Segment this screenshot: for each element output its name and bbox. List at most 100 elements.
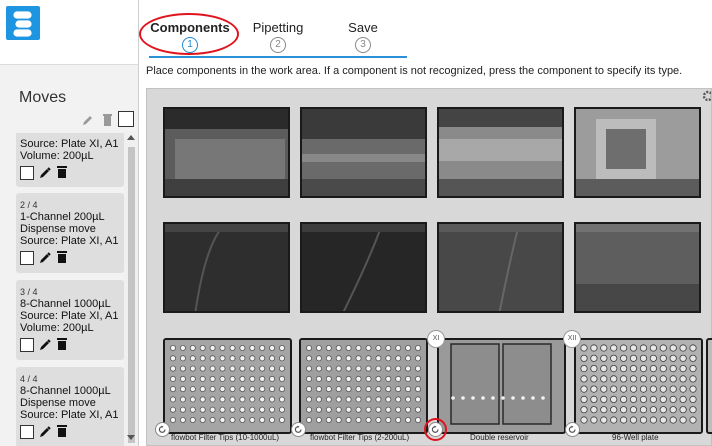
delete-icon[interactable]: [57, 251, 67, 266]
well: [179, 355, 186, 362]
well: [325, 386, 332, 393]
delete-icon[interactable]: [57, 338, 67, 353]
well: [306, 406, 312, 413]
well: [306, 386, 312, 393]
component-slot-tip-rack-1000[interactable]: [163, 338, 292, 434]
well: [649, 364, 658, 373]
move-card[interactable]: Source: Plate XI, A1 Volume: 200µL: [16, 133, 124, 187]
well: [395, 345, 402, 351]
well: [639, 406, 648, 414]
well: [580, 364, 588, 373]
well: [335, 386, 342, 393]
move-checkbox[interactable]: [20, 425, 34, 439]
well: [629, 416, 638, 424]
camera-tile[interactable]: [574, 107, 701, 198]
scroll-up-arrow-icon[interactable]: [127, 135, 135, 140]
gear-icon[interactable]: [699, 89, 712, 103]
move-checkbox[interactable]: [20, 251, 34, 265]
edit-icon[interactable]: [40, 252, 51, 266]
well: [689, 354, 697, 362]
well: [325, 406, 332, 413]
well: [600, 344, 608, 352]
well: [679, 416, 687, 424]
move-line: Volume: 200µL: [20, 150, 94, 162]
well: [315, 345, 322, 351]
edit-icon[interactable]: [40, 339, 51, 353]
well: [325, 396, 332, 403]
move-checkbox[interactable]: [20, 338, 34, 352]
well: [375, 365, 382, 372]
camera-tile[interactable]: [437, 222, 564, 313]
light-reflection: [541, 396, 545, 400]
edit-icon[interactable]: [40, 426, 51, 440]
well: [629, 354, 638, 362]
well: [610, 364, 618, 373]
rotate-icon[interactable]: [565, 422, 580, 437]
well: [639, 395, 648, 404]
slot-number-badge: XII: [563, 330, 581, 348]
well: [600, 406, 608, 414]
well: [335, 365, 342, 372]
component-slot-double-reservoir[interactable]: [437, 338, 566, 434]
well: [345, 345, 352, 351]
delete-icon[interactable]: [57, 425, 67, 440]
component-slot-partial[interactable]: [706, 338, 712, 434]
well: [395, 365, 402, 372]
well: [619, 385, 628, 393]
edit-icon[interactable]: [40, 167, 51, 181]
scroll-thumb[interactable]: [128, 147, 135, 443]
wizard-steps: Components 1 Pipetting 2 Save 3 Place co…: [139, 0, 712, 82]
move-checkbox[interactable]: [20, 166, 34, 180]
light-reflection: [491, 396, 495, 400]
well: [669, 344, 677, 352]
well: [590, 395, 598, 404]
moves-scrollbar[interactable]: [124, 131, 138, 446]
moves-list: Source: Plate XI, A1 Volume: 200µL 2 / 4…: [16, 133, 124, 446]
camera-tile[interactable]: [574, 222, 701, 313]
trash-icon[interactable]: [102, 113, 113, 131]
camera-tile[interactable]: [437, 107, 564, 198]
select-all-checkbox[interactable]: [118, 111, 134, 127]
rotate-icon[interactable]: [291, 422, 306, 437]
component-label: Double reservoir: [470, 433, 529, 442]
component-slot-tip-rack-200[interactable]: [299, 338, 428, 434]
rotate-icon[interactable]: [155, 422, 170, 437]
well: [619, 406, 628, 414]
well: [335, 355, 342, 362]
well: [219, 396, 226, 403]
well: [219, 375, 226, 382]
move-line: Volume: 200µL: [20, 322, 94, 334]
camera-tile[interactable]: [163, 107, 290, 198]
well: [189, 375, 196, 382]
move-card[interactable]: 3 / 4 8-Channel 1000µL Source: Plate XI,…: [16, 280, 124, 360]
well: [170, 365, 176, 372]
light-reflection: [461, 396, 465, 400]
camera-tile[interactable]: [163, 222, 290, 313]
move-card[interactable]: 4 / 4 8-Channel 1000µL Dispense move Sou…: [16, 367, 124, 446]
well: [279, 406, 286, 413]
scroll-down-arrow-icon[interactable]: [127, 435, 135, 440]
app-logo-icon[interactable]: [6, 6, 40, 40]
well: [405, 375, 412, 382]
light-reflection: [471, 396, 475, 400]
well: [395, 417, 402, 424]
well: [170, 386, 176, 393]
step-save[interactable]: Save 3: [333, 20, 393, 53]
move-line: Source: Plate XI, A1: [20, 310, 119, 322]
well: [415, 386, 422, 393]
well: [199, 396, 206, 403]
well: [189, 365, 196, 372]
delete-icon[interactable]: [57, 166, 67, 181]
pencil-icon[interactable]: [82, 113, 94, 131]
well: [405, 406, 412, 413]
well: [345, 365, 352, 372]
well: [365, 406, 372, 413]
component-slot-96-well-plate[interactable]: [574, 338, 703, 434]
move-card[interactable]: 2 / 4 1-Channel 200µL Dispense move Sour…: [16, 193, 124, 273]
well: [629, 344, 638, 352]
camera-tile[interactable]: [300, 107, 427, 198]
well: [259, 375, 266, 382]
camera-tile[interactable]: [300, 222, 427, 313]
step-pipetting[interactable]: Pipetting 2: [243, 20, 313, 53]
well: [689, 364, 697, 373]
